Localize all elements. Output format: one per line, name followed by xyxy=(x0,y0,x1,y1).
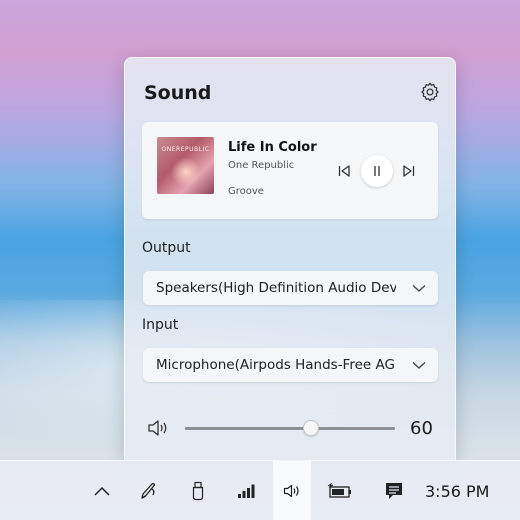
usb-drive-icon xyxy=(192,481,204,501)
media-player-card: ONEREPUBLIC Life In Color One Republic G… xyxy=(142,122,438,219)
network-button[interactable] xyxy=(228,461,264,520)
taskbar: 3:56 PM xyxy=(0,460,520,520)
previous-track-button[interactable] xyxy=(330,157,358,185)
chevron-down-icon xyxy=(412,362,426,369)
chevron-down-icon xyxy=(412,285,426,292)
action-center-button[interactable] xyxy=(376,461,412,520)
media-app-name: Groove xyxy=(228,186,264,197)
input-device-dropdown[interactable]: Microphone(Airpods Hands-Free AG Audio) xyxy=(143,348,438,382)
volume-icon xyxy=(283,484,299,498)
track-title: Life In Color xyxy=(228,140,317,155)
album-art: ONEREPUBLIC xyxy=(157,137,214,194)
show-hidden-icons-button[interactable] xyxy=(84,461,120,520)
pen-icon xyxy=(141,483,156,499)
notification-icon xyxy=(386,483,402,499)
speaker-icon[interactable] xyxy=(147,418,171,438)
sound-flyout: Sound ONEREPUBLIC Life In Color One Repu… xyxy=(124,57,456,460)
volume-tray-button[interactable] xyxy=(273,461,311,520)
play-pause-button[interactable] xyxy=(361,155,393,187)
next-track-icon xyxy=(403,165,415,177)
track-artist: One Republic xyxy=(228,160,295,171)
album-art-text: ONEREPUBLIC xyxy=(161,146,210,153)
next-track-button[interactable] xyxy=(395,157,423,185)
safely-remove-hardware-button[interactable] xyxy=(180,461,216,520)
pause-icon xyxy=(374,166,380,176)
previous-track-icon xyxy=(338,165,350,177)
network-signal-icon xyxy=(238,484,255,498)
gear-icon[interactable] xyxy=(419,81,441,103)
input-label: Input xyxy=(142,317,179,333)
chevron-up-icon xyxy=(94,486,110,496)
taskbar-clock[interactable]: 3:56 PM xyxy=(425,482,489,501)
battery-button[interactable] xyxy=(322,461,358,520)
flyout-title: Sound xyxy=(144,82,212,104)
battery-icon xyxy=(327,483,351,498)
volume-value: 60 xyxy=(410,418,433,439)
volume-slider-fill xyxy=(185,427,311,430)
output-label: Output xyxy=(142,240,191,256)
pen-workspace-button[interactable] xyxy=(130,461,166,520)
output-device-value: Speakers(High Definition Audio Device) xyxy=(156,280,396,296)
volume-slider[interactable] xyxy=(185,420,395,436)
volume-slider-thumb[interactable] xyxy=(303,420,319,436)
output-device-dropdown[interactable]: Speakers(High Definition Audio Device) xyxy=(143,271,438,305)
input-device-value: Microphone(Airpods Hands-Free AG Audio) xyxy=(156,357,396,373)
